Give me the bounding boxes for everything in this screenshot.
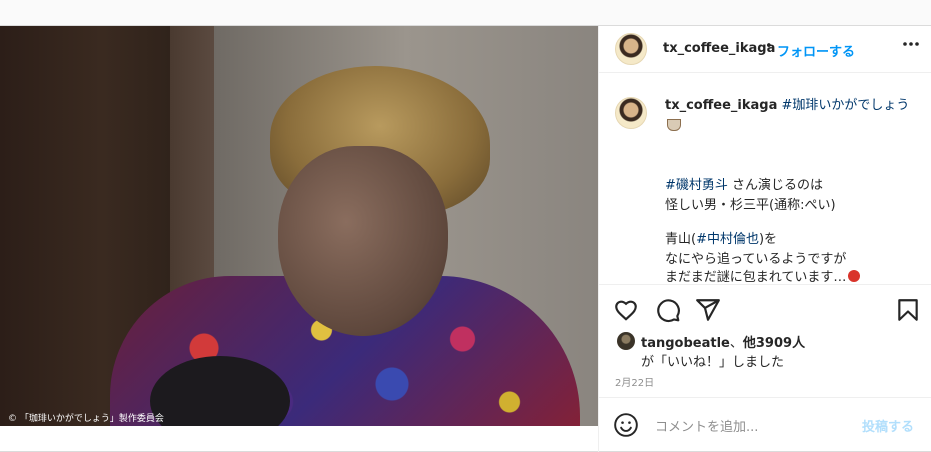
caption-avatar[interactable] bbox=[615, 97, 647, 129]
share-icon[interactable] bbox=[695, 297, 721, 323]
comment-input[interactable]: コメントを追加... bbox=[655, 416, 758, 435]
emoji-icon[interactable] bbox=[613, 412, 639, 438]
caption-tag-nakamura[interactable]: #中村倫也 bbox=[696, 232, 759, 247]
flower-icon bbox=[848, 270, 861, 282]
header-username[interactable]: tx_coffee_ikaga bbox=[663, 41, 775, 56]
header-separator: • bbox=[765, 39, 773, 54]
likes-line-1: tangobeatle、他3909人 bbox=[641, 332, 805, 351]
photo-face bbox=[278, 146, 448, 336]
comment-icon[interactable] bbox=[655, 297, 681, 323]
caption-line-4: なにやら追っているようですが bbox=[665, 252, 847, 267]
post-card: © 「珈琲いかがでしょう」製作委員会 tx_coffee_ikaga • フォロ… bbox=[0, 25, 931, 452]
bookmark-icon[interactable] bbox=[895, 297, 921, 323]
caption-line-1-text: さん演じるのは bbox=[727, 178, 824, 193]
post-comment-button[interactable]: 投稿する bbox=[862, 416, 914, 435]
caption-header: tx_coffee_ikaga #珈琲いかがでしょう bbox=[665, 96, 925, 136]
photo-copyright: © 「珈琲いかがでしょう」製作委員会 bbox=[8, 414, 164, 424]
post-header: tx_coffee_ikaga • フォローする bbox=[599, 26, 931, 73]
caption-line-3: 青山(#中村倫也)を bbox=[665, 230, 777, 250]
caption-line-1: #磯村勇斗 さん演じるのは bbox=[665, 176, 823, 196]
liker-username[interactable]: tangobeatle bbox=[641, 336, 730, 351]
more-icon[interactable] bbox=[901, 34, 921, 58]
comment-bar: コメントを追加... 投稿する bbox=[599, 397, 931, 452]
post-date[interactable]: 2月22日 bbox=[615, 374, 654, 389]
caption-line-5-text: まだまだ謎に包まれています… bbox=[665, 270, 847, 284]
liker-avatar[interactable] bbox=[617, 332, 635, 350]
post-side-panel: tx_coffee_ikaga • フォローする tx_coffee_ikaga… bbox=[598, 26, 931, 452]
caption-tag-isomura[interactable]: #磯村勇斗 bbox=[665, 178, 728, 193]
post-photo[interactable]: © 「珈琲いかがでしょう」製作委員会 bbox=[0, 26, 598, 426]
caption-line-2: 怪しい男・杉三平(通称:ぺい) bbox=[665, 198, 836, 213]
likes-count[interactable]: 他3909人 bbox=[743, 336, 805, 351]
caption-line-5: まだまだ謎に包まれています… bbox=[665, 268, 861, 284]
caption-username[interactable]: tx_coffee_ikaga bbox=[665, 98, 777, 113]
caption-area: tx_coffee_ikaga #珈琲いかがでしょう #磯村勇斗 さん演じるのは… bbox=[599, 74, 931, 284]
likes-separator: 、 bbox=[729, 336, 743, 351]
follow-button[interactable]: フォローする bbox=[777, 41, 855, 60]
caption-line-3-prefix: 青山( bbox=[665, 232, 697, 247]
likes-line-2: が「いいね！」しました bbox=[641, 355, 785, 370]
avatar[interactable] bbox=[615, 33, 647, 65]
likes-summary: tangobeatle、他3909人 が「いいね！」しました bbox=[615, 330, 915, 370]
heart-icon[interactable] bbox=[613, 297, 639, 323]
caption-line-3-suffix: )を bbox=[758, 232, 778, 247]
caption-hashtag-title[interactable]: #珈琲いかがでしょう bbox=[782, 98, 910, 113]
coffee-icon bbox=[667, 119, 681, 131]
action-bar bbox=[599, 284, 931, 334]
